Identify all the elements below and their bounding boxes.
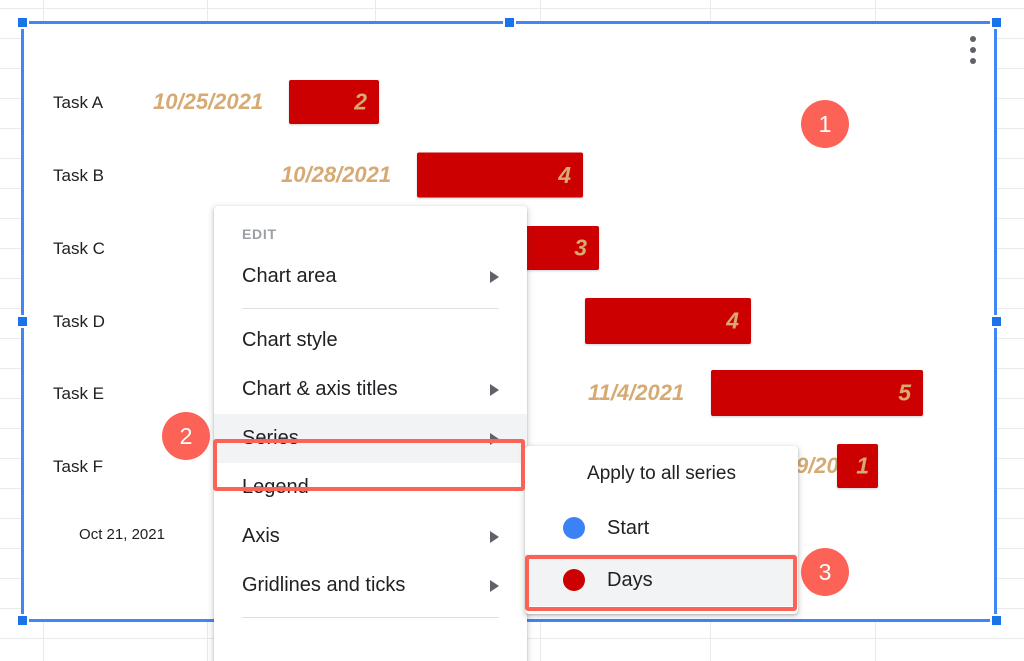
menu-divider (242, 308, 499, 309)
chevron-right-icon (490, 270, 499, 283)
edit-menu-header: EDIT (242, 226, 277, 242)
series-option-days[interactable]: Days (525, 554, 798, 606)
resize-handle-top-right[interactable] (990, 16, 1003, 29)
series-submenu: Apply to all series Start Days (525, 446, 798, 614)
menu-item-label: Legend (242, 476, 309, 498)
days-bar-task-d[interactable]: 4 (585, 298, 751, 344)
resize-handle-top-left[interactable] (16, 16, 29, 29)
series-option-label: Start (607, 516, 650, 539)
annotation-badge-1: 1 (801, 100, 849, 148)
resize-handle-middle-right[interactable] (990, 315, 1003, 328)
annotation-badge-3: 3 (801, 548, 849, 596)
chevron-right-icon (490, 432, 499, 445)
start-label-task-a: 10/25/2021 (153, 89, 264, 114)
category-label-task-a: Task A (53, 93, 104, 112)
category-label-task-e: Task E (53, 384, 105, 403)
chevron-right-icon (490, 383, 499, 396)
days-bar-task-f[interactable]: 1 (837, 444, 878, 488)
menu-divider-bottom (242, 617, 499, 618)
menu-item-chart-area[interactable]: Chart area (214, 252, 527, 301)
menu-item-series[interactable]: Series (214, 414, 527, 463)
menu-item-label: Chart style (242, 329, 338, 351)
days-value-task-e: 5 (898, 379, 911, 406)
menu-item-gridlines-and-ticks[interactable]: Gridlines and ticks (214, 561, 527, 610)
axis-tick-left: Oct 21, 2021 (79, 526, 165, 543)
menu-item-label: Gridlines and ticks (242, 574, 406, 596)
menu-item-label: Chart area (242, 265, 337, 287)
days-value-task-f: 1 (856, 452, 869, 479)
resize-handle-bottom-left[interactable] (16, 614, 29, 627)
chart-edit-menu: EDIT Chart area Chart style Chart & axis… (214, 206, 527, 661)
resize-handle-top-center[interactable] (503, 16, 516, 29)
category-label-task-f: Task F (53, 457, 104, 476)
resize-handle-bottom-right[interactable] (990, 614, 1003, 627)
screen-root: Task A Task B Task C Task D Task E Task … (0, 0, 1024, 661)
series-color-swatch-days-icon (563, 569, 585, 591)
chevron-right-icon (490, 530, 499, 543)
category-label-task-d: Task D (53, 312, 105, 331)
days-value-task-c: 3 (574, 234, 587, 261)
category-label-task-b: Task B (53, 166, 105, 185)
apply-to-all-series-option[interactable]: Apply to all series (525, 446, 798, 502)
menu-item-label: Series (242, 427, 299, 449)
menu-item-label: Axis (242, 525, 280, 547)
chevron-right-icon (490, 579, 499, 592)
days-value-task-b: 4 (558, 161, 571, 188)
menu-item-axis[interactable]: Axis (214, 512, 527, 561)
menu-item-label: Chart & axis titles (242, 378, 398, 400)
series-option-label: Days (607, 568, 653, 591)
days-bar-task-b[interactable]: 4 (417, 152, 583, 198)
chart-more-options-icon[interactable] (963, 36, 983, 70)
series-option-start[interactable]: Start (525, 502, 798, 554)
start-label-task-b: 10/28/2021 (281, 162, 392, 187)
menu-item-chart-axis-titles[interactable]: Chart & axis titles (214, 365, 527, 414)
days-value-task-a: 2 (354, 88, 367, 115)
menu-item-chart-style[interactable]: Chart style (214, 316, 527, 365)
annotation-badge-2: 2 (162, 412, 210, 460)
start-label-task-e: 11/4/2021 (588, 380, 685, 405)
days-value-task-d: 4 (726, 307, 739, 334)
category-label-task-c: Task C (53, 239, 105, 258)
days-bar-task-e[interactable]: 5 (711, 370, 923, 416)
resize-handle-middle-left[interactable] (16, 315, 29, 328)
days-bar-task-a[interactable]: 2 (289, 80, 379, 124)
menu-item-legend[interactable]: Legend (214, 463, 527, 512)
series-color-swatch-start-icon (563, 517, 585, 539)
